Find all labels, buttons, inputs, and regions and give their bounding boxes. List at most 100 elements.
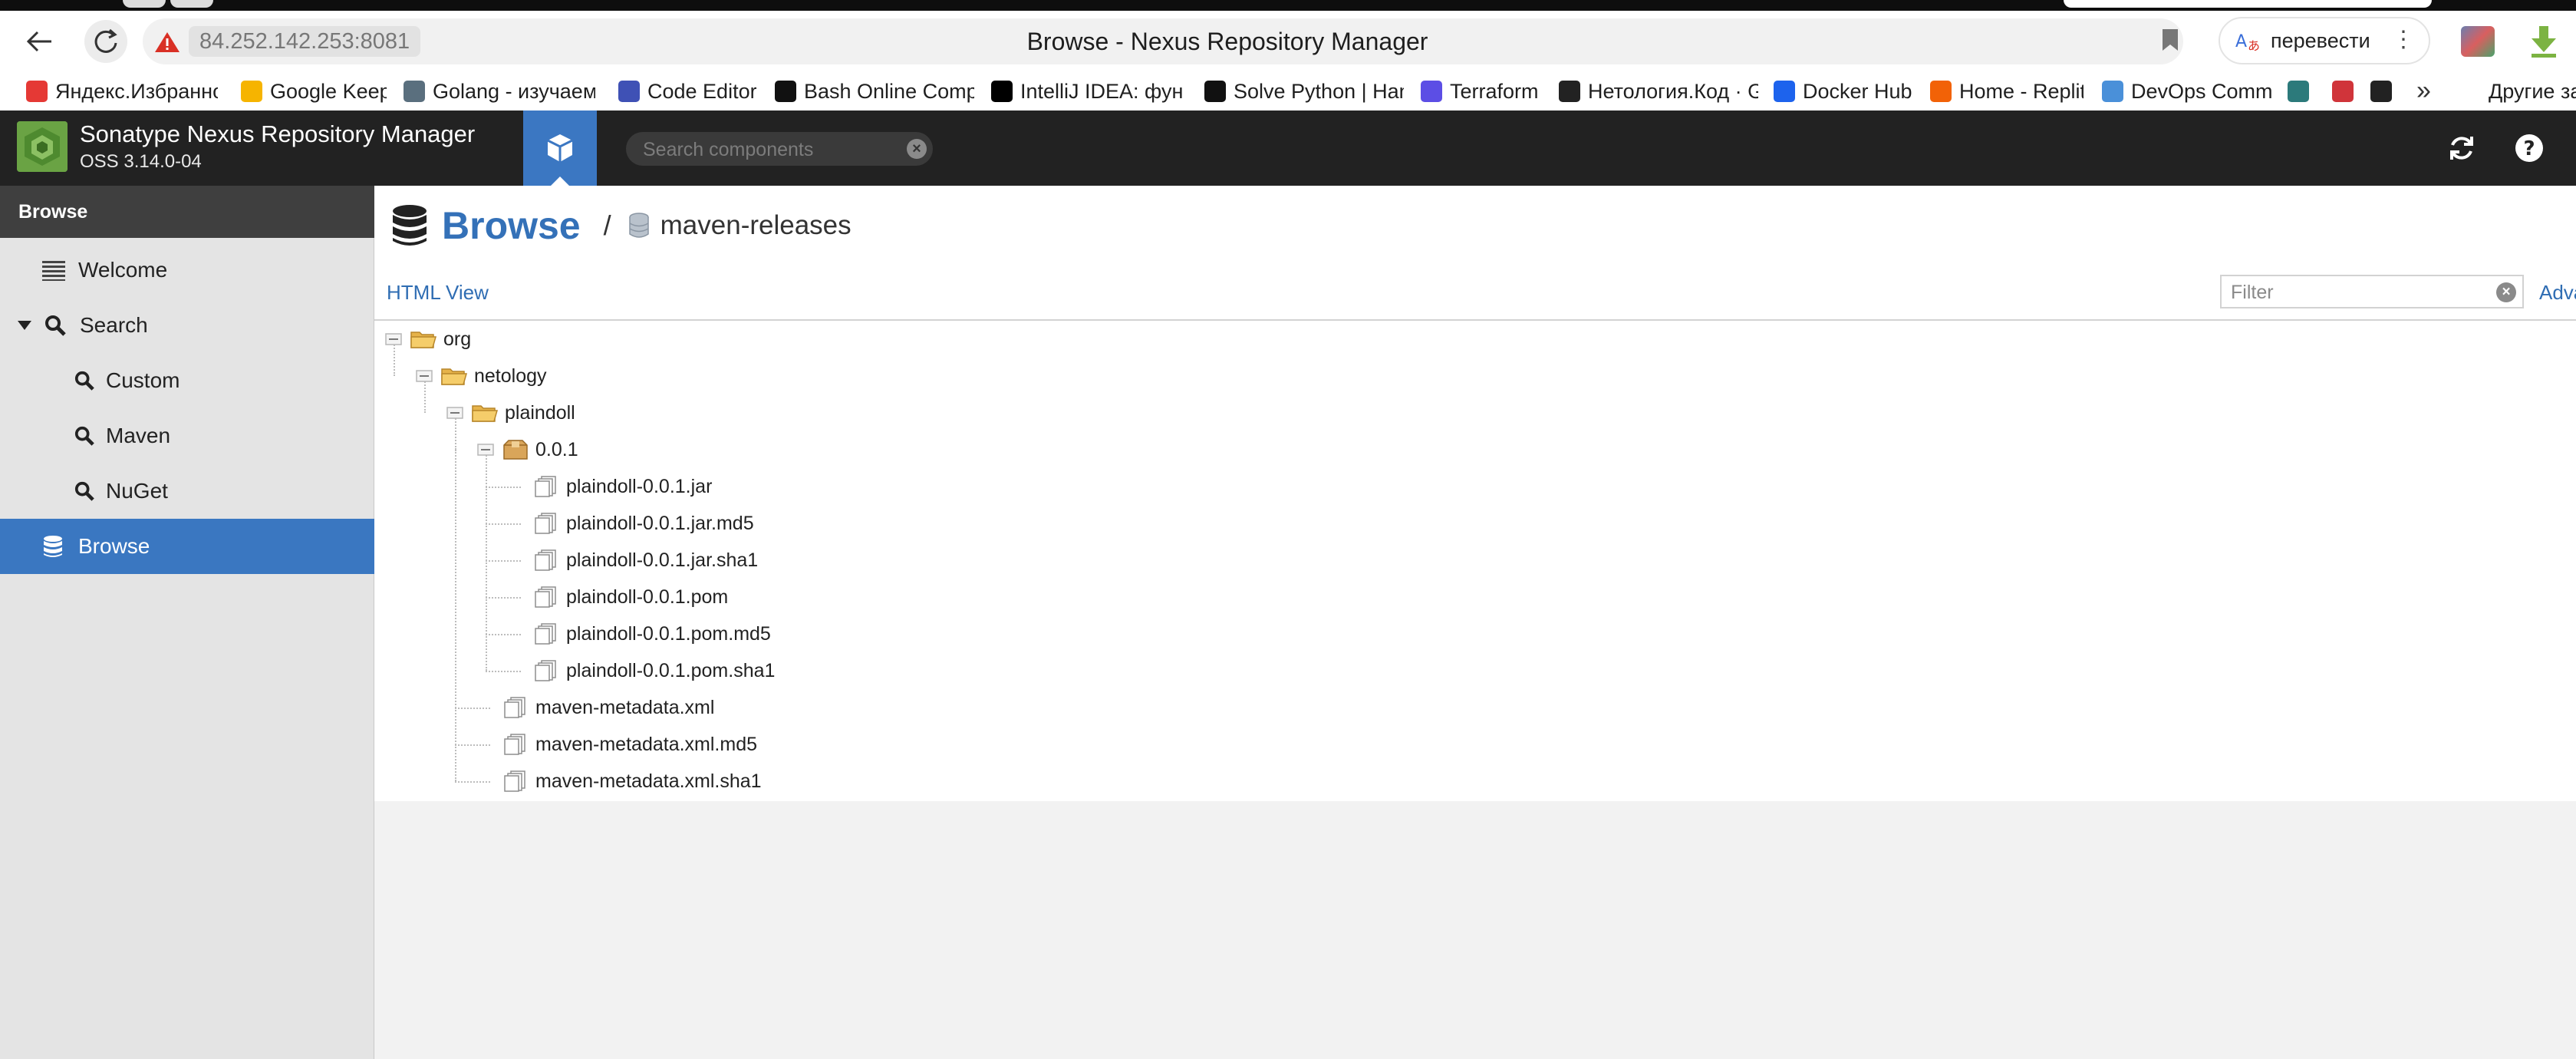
tree-file-node[interactable]: maven-metadata.xml.md5 [476,726,757,763]
tree-node-label: maven-metadata.xml [535,696,715,718]
bookmark-item[interactable]: DevOps Comm [2102,72,2275,111]
bookmark-label: Terraform [1450,79,1539,103]
search-components: × [626,132,933,166]
file-stack-icon [532,585,560,609]
bookmark-favicon-icon[interactable] [2288,81,2309,102]
github-icon [1559,81,1580,102]
collapse-toggle-icon[interactable] [476,442,496,457]
bookmarks-overflow-icon[interactable]: » [2416,75,2431,106]
bookmark-item[interactable]: Bash Online Comp [775,72,974,111]
advanced-link[interactable]: Adva [2539,281,2576,305]
tab-fragment[interactable] [2064,0,2432,8]
collapse-toggle-icon[interactable] [414,368,434,384]
bookmark-item[interactable]: IntelliJ IDEA: функ [991,72,1183,111]
devops-icon [2102,81,2123,102]
sidebar-item-nuget[interactable]: NuGet [0,464,374,519]
bookmark-icon[interactable] [2160,28,2180,56]
back-arrow-icon [27,31,51,52]
tree-file-node[interactable]: maven-metadata.xml.sha1 [476,763,762,800]
bookmark-item[interactable]: Golang - изучаем [404,72,595,111]
tree-file-node[interactable]: plaindoll-0.0.1.jar.md5 [506,505,754,542]
help-button[interactable]: ? [2512,130,2547,166]
tree-node-label: plaindoll [505,401,575,424]
code-editor-icon [618,81,640,102]
bookmark-item[interactable]: Google Keep [241,72,387,111]
refresh-button[interactable] [2444,130,2479,166]
sidebar-item-browse[interactable]: Browse [0,519,374,574]
tree-node-label: plaindoll-0.0.1.pom [566,586,729,608]
tree-file-node[interactable]: plaindoll-0.0.1.jar [506,468,712,505]
expanded-triangle-icon[interactable] [17,319,34,332]
download-extension-icon[interactable] [2528,25,2559,62]
page-title: Browse - Nexus Repository Manager [1026,28,1428,55]
sidebar-item-custom[interactable]: Custom [0,353,374,408]
bookmark-label: Docker Hub [1803,79,1912,103]
search-icon [74,422,95,450]
tree-file-node[interactable]: plaindoll-0.0.1.pom [506,579,728,615]
tab-fragment[interactable] [170,0,213,8]
sidebar-item-maven[interactable]: Maven [0,408,374,464]
security-warning-icon[interactable] [153,31,181,58]
collapse-toggle-icon[interactable] [445,405,465,421]
tree-version-node[interactable]: 0.0.1 [476,431,578,468]
browse-mode-button[interactable] [523,111,597,186]
bookmark-item[interactable]: Code Editor [618,72,756,111]
bookmark-item[interactable]: Terraform [1421,72,1543,111]
yandex-icon [26,81,48,102]
sidebar-item-welcome[interactable]: Welcome [0,242,374,298]
browser-menu-icon[interactable]: ⋮ [2392,28,2415,52]
search-clear-icon[interactable]: × [907,139,927,159]
tree-folder-node[interactable]: netology [414,358,547,394]
tree-folder-node[interactable]: org [384,321,471,358]
tree-file-node[interactable]: plaindoll-0.0.1.pom.sha1 [506,652,775,689]
bookmark-item[interactable]: Solve Python | Han [1204,72,1404,111]
search-icon [74,367,95,394]
tree-file-node[interactable]: maven-metadata.xml [476,689,714,726]
bash-icon [775,81,796,102]
sidebar-item-label: Maven [106,424,171,447]
search-input[interactable] [641,134,890,166]
bookmark-favicon-icon[interactable] [2370,81,2392,102]
list-icon [40,256,68,284]
filter-input[interactable] [2229,278,2485,307]
bookmark-item[interactable]: Яндекс.Избранное [26,72,218,111]
tree-folder-node[interactable]: plaindoll [445,394,575,431]
filter-clear-icon[interactable]: × [2496,282,2516,302]
tab-fragment[interactable] [123,0,166,8]
breadcrumb-root[interactable]: Browse [442,203,581,248]
tree-node-label: netology [474,365,547,387]
breadcrumb-separator: / [603,209,611,241]
file-stack-icon [532,511,560,536]
url-host[interactable]: 84.252.142.253:8081 [189,26,421,57]
breadcrumb-repository: maven-releases [660,210,852,240]
bookmark-label: Home - Replit [1959,79,2084,103]
app-name: Sonatype Nexus Repository Manager [80,120,476,147]
tree-node-label: plaindoll-0.0.1.jar.sha1 [566,549,759,571]
bookmark-favicon-icon[interactable] [2332,81,2354,102]
reload-button[interactable] [84,20,127,63]
file-stack-icon [532,658,560,683]
tree-file-node[interactable]: plaindoll-0.0.1.jar.sha1 [506,542,758,579]
bookmark-item[interactable]: Home - Replit [1930,72,2084,111]
extension-icon[interactable] [2461,26,2495,57]
replit-icon [1930,81,1952,102]
sidebar-item-search[interactable]: Search [0,298,374,353]
translate-icon: Aあ [2235,32,2260,53]
sidebar: Browse Welcome Search Custom Maven NuGet [0,186,374,1059]
other-bookmarks[interactable]: Другие за [2489,72,2576,111]
bookmark-label: Solve Python | Han [1234,79,1404,103]
bookmark-item[interactable]: Нетология.Код · G [1559,72,1758,111]
collapse-toggle-icon[interactable] [384,332,404,347]
file-stack-icon [502,732,529,757]
back-button[interactable] [18,21,61,61]
tree-file-node[interactable]: plaindoll-0.0.1.pom.md5 [506,615,771,652]
bookmark-item[interactable]: Docker Hub [1774,72,1912,111]
tree-node-label: plaindoll-0.0.1.jar [566,475,713,497]
reload-icon [94,28,117,53]
html-view-link[interactable]: HTML View [387,281,489,305]
